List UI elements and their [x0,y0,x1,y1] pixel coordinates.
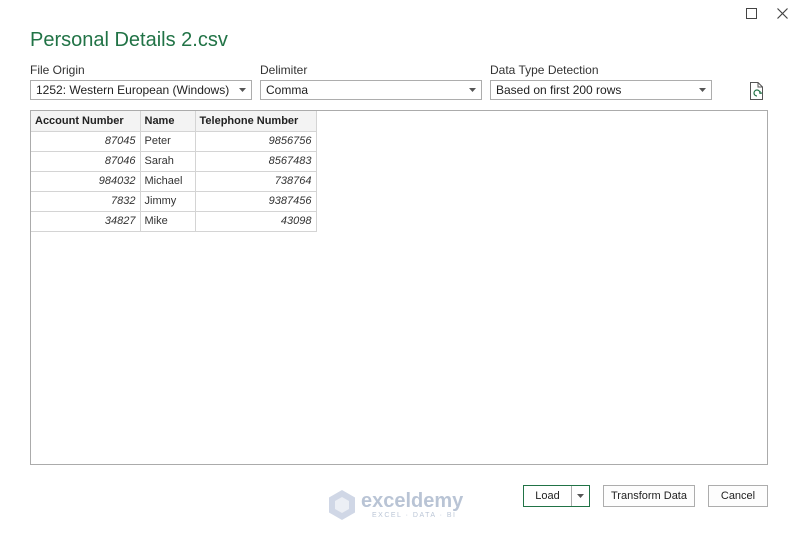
table-header-row: Account Number Name Telephone Number [31,111,317,132]
table-row: 87046 Sarah 8567483 [31,150,317,172]
preview-table: Account Number Name Telephone Number 870… [31,111,317,232]
delimiter-label: Delimiter [260,63,308,77]
load-options-button[interactable] [572,486,589,506]
maximize-button[interactable] [741,4,761,22]
cell-name: Peter [139,130,196,152]
file-origin-value: 1252: Western European (Windows) [36,83,230,97]
cell-account-number: 87046 [31,150,141,172]
load-button[interactable]: Load [524,486,572,506]
cell-account-number: 7832 [31,190,141,212]
data-type-detection-value: Based on first 200 rows [496,83,622,97]
cell-account-number: 87045 [31,130,141,152]
data-type-detection-label: Data Type Detection [490,63,599,77]
cell-telephone-number: 9387456 [194,190,317,212]
cell-telephone-number: 43098 [194,210,317,232]
close-icon [776,7,788,19]
data-preview-pane: Account Number Name Telephone Number 870… [30,110,768,465]
cell-telephone-number: 738764 [194,170,317,192]
close-button[interactable] [772,4,792,22]
watermark-tagline: EXCEL · DATA · BI [372,512,457,519]
refresh-button[interactable] [747,81,767,101]
cell-telephone-number: 9856756 [194,130,317,152]
watermark-brand: exceldemy [361,490,464,512]
load-split-button: Load [523,485,590,507]
exceldemy-logo-icon [329,490,355,520]
exceldemy-watermark: exceldemy EXCEL · DATA · BI [328,489,478,523]
chevron-down-icon [233,88,251,92]
file-origin-label: File Origin [30,63,85,77]
column-header-name[interactable]: Name [139,111,196,132]
cell-account-number: 34827 [31,210,141,232]
refresh-file-icon [750,82,763,100]
table-row: 34827 Mike 43098 [31,210,317,232]
table-row: 87045 Peter 9856756 [31,130,317,152]
cell-telephone-number: 8567483 [194,150,317,172]
delimiter-value: Comma [266,83,309,97]
cell-account-number: 984032 [31,170,141,192]
file-origin-select[interactable]: 1252: Western European (Windows) [30,80,252,100]
cancel-button[interactable]: Cancel [708,485,768,507]
cell-name: Michael [139,170,196,192]
delimiter-select[interactable]: Comma [260,80,482,100]
table-row: 984032 Michael 738764 [31,170,317,192]
dialog-title: Personal Details 2.csv [30,29,228,51]
transform-data-button[interactable]: Transform Data [603,485,695,507]
chevron-down-icon [577,494,584,498]
chevron-down-icon [463,88,481,92]
cell-name: Mike [139,210,196,232]
column-header-telephone-number[interactable]: Telephone Number [194,111,317,132]
cell-name: Jimmy [139,190,196,212]
cell-name: Sarah [139,150,196,172]
data-type-detection-select[interactable]: Based on first 200 rows [490,80,712,100]
chevron-down-icon [693,88,711,92]
table-row: 7832 Jimmy 9387456 [31,190,317,212]
maximize-icon [745,7,757,19]
column-header-account-number[interactable]: Account Number [31,111,141,132]
